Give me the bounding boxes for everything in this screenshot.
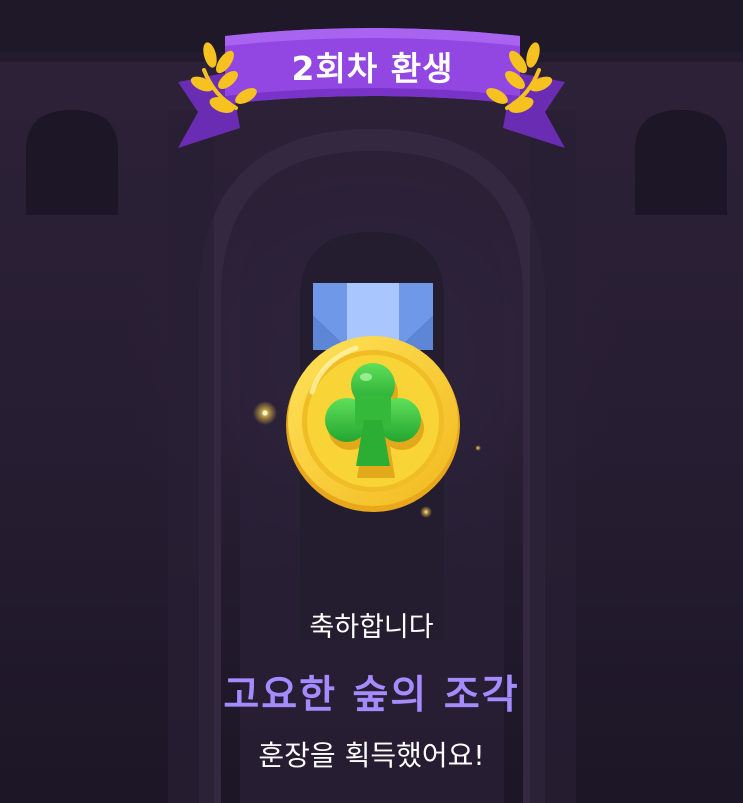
sparkle-icon (420, 506, 432, 518)
acquired-text: 훈장을 획득했어요! (258, 739, 485, 772)
medal-name: 고요한 숲의 조각 (223, 673, 520, 718)
medal (286, 336, 460, 512)
reward-screen: 2회차 환생 축하합니다 고요한 숲의 조각 훈장을 획득했어요! (0, 0, 743, 803)
round-banner-label: 2회차 환생 (291, 49, 454, 88)
congrats-text: 축하합니다 (309, 612, 434, 643)
